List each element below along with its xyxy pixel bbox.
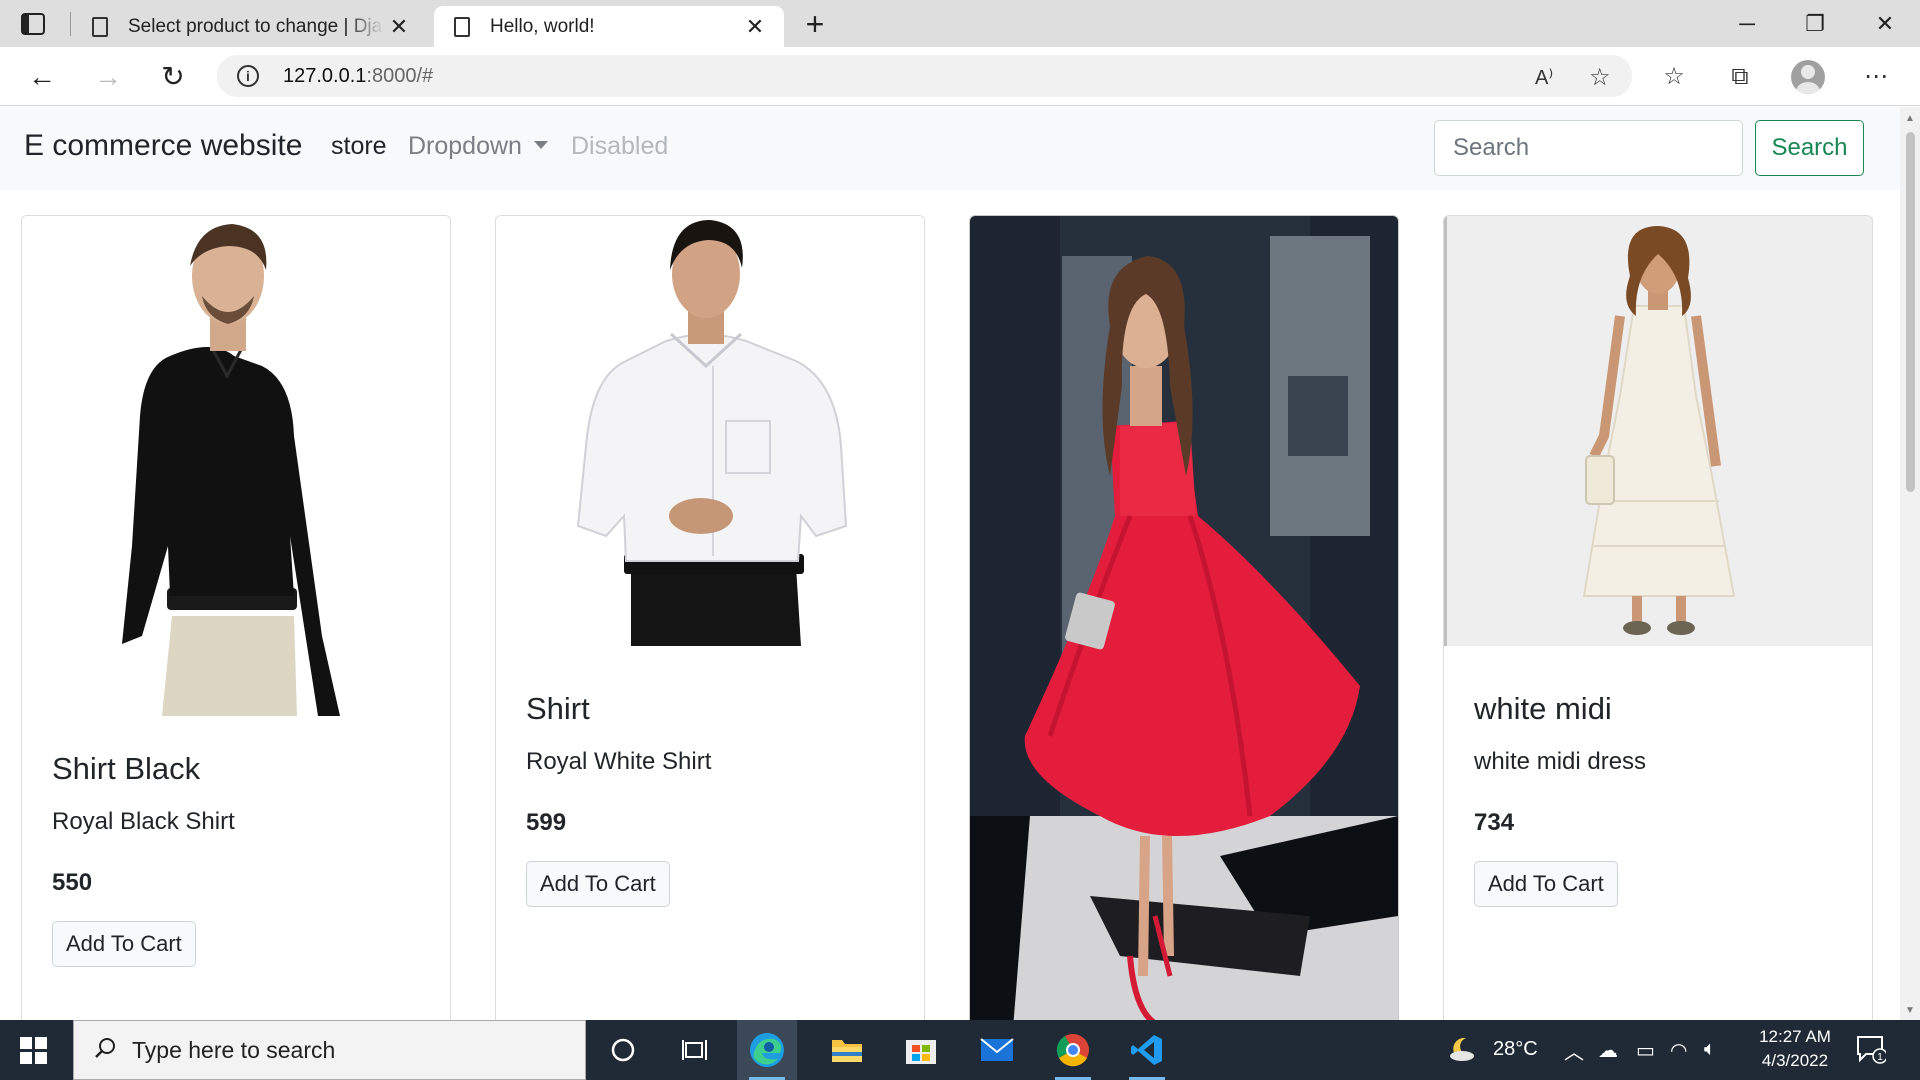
reload-icon[interactable]: ↻ — [153, 57, 193, 97]
url-host: 127.0.0.1 — [283, 65, 367, 87]
page-icon — [454, 16, 470, 37]
search-icon — [95, 1038, 115, 1058]
task-view-icon[interactable] — [665, 1020, 725, 1080]
vscode-icon[interactable] — [1117, 1020, 1177, 1080]
product-card: Shirt Royal White Shirt 599 Add To Cart — [495, 215, 925, 1020]
battery-icon[interactable]: ▭ — [1636, 1038, 1655, 1063]
product-image-white-shirt — [496, 216, 924, 646]
page-icon — [92, 16, 108, 37]
url-text[interactable]: 127.0.0.1:8000/# — [283, 65, 433, 88]
onedrive-icon[interactable]: ☁ — [1598, 1038, 1618, 1063]
close-tab-icon[interactable]: ✕ — [740, 14, 770, 40]
site-search-input[interactable] — [1434, 120, 1743, 176]
forward-icon[interactable]: → — [88, 57, 128, 97]
close-window-icon[interactable]: ✕ — [1852, 0, 1918, 47]
minimize-icon[interactable]: ─ — [1714, 0, 1780, 47]
add-to-cart-button[interactable]: Add To Cart — [52, 921, 196, 967]
product-title: white midi — [1474, 691, 1612, 726]
site-brand[interactable]: E commerce website — [24, 129, 302, 163]
tab-hello-world[interactable]: Hello, world! ✕ — [434, 6, 784, 47]
add-to-cart-button[interactable]: Add To Cart — [1474, 861, 1618, 907]
product-price: 550 — [52, 869, 93, 896]
cortana-icon[interactable] — [593, 1020, 653, 1080]
caret-down-icon — [533, 141, 548, 149]
tab-separator — [70, 12, 71, 36]
add-to-cart-button[interactable]: Add To Cart — [526, 861, 670, 907]
product-description: Royal Black Shirt — [52, 808, 235, 835]
product-description: white midi dress — [1474, 748, 1647, 775]
scroll-down-icon[interactable]: ▼ — [1900, 1005, 1920, 1016]
product-image-white-midi-dress — [1444, 216, 1872, 646]
more-menu-icon[interactable]: ⋯ — [1858, 59, 1894, 95]
weather-icon[interactable] — [1448, 1034, 1478, 1068]
taskbar-clock[interactable]: 12:27 AM 4/3/2022 — [1750, 1025, 1840, 1073]
product-image-black-shirt — [22, 216, 450, 716]
site-search-button[interactable]: Search — [1755, 120, 1864, 176]
favorites-icon[interactable]: ☆ — [1656, 59, 1692, 95]
back-icon[interactable]: ← — [22, 57, 62, 97]
file-explorer-icon[interactable] — [817, 1020, 877, 1080]
microsoft-store-icon[interactable] — [891, 1020, 951, 1080]
collections-icon[interactable]: ⧉ — [1722, 59, 1758, 95]
browser-tab-bar: Select product to change | Django site a… — [0, 0, 1920, 47]
nav-dropdown[interactable]: Dropdown — [408, 132, 548, 161]
mail-icon[interactable] — [967, 1020, 1027, 1080]
scroll-thumb[interactable] — [1906, 132, 1915, 492]
scroll-up-icon[interactable]: ▲ — [1900, 113, 1920, 124]
windows-start-icon[interactable] — [20, 1037, 48, 1065]
url-path: :8000/# — [366, 65, 434, 87]
product-card — [969, 215, 1399, 1020]
tab-actions-icon[interactable] — [20, 12, 50, 36]
product-card: Shirt Black Royal Black Shirt 550 Add To… — [21, 215, 451, 1020]
taskbar-search-placeholder: Type here to search — [132, 1037, 336, 1063]
page-scrollbar[interactable]: ▲ ▼ — [1900, 107, 1920, 1020]
product-title: Shirt Black — [52, 751, 201, 786]
notification-icon[interactable]: 1 — [1856, 1034, 1888, 1070]
nav-dropdown-label: Dropdown — [408, 132, 522, 160]
product-price: 599 — [526, 809, 567, 836]
notification-count: 1 — [1877, 1052, 1883, 1063]
close-tab-icon[interactable]: ✕ — [384, 14, 414, 40]
clock-time: 12:27 AM — [1759, 1027, 1831, 1046]
chrome-icon[interactable] — [1043, 1020, 1103, 1080]
product-image-red-dress — [970, 216, 1398, 1020]
tab-django-admin[interactable]: Select product to change | Django site a… — [72, 6, 428, 47]
volume-icon[interactable]: 🔈︎ — [1704, 1038, 1716, 1061]
weather-temperature[interactable]: 28°C — [1493, 1038, 1538, 1061]
restore-icon[interactable]: ❐ — [1782, 0, 1848, 47]
clock-date: 4/3/2022 — [1761, 1051, 1829, 1070]
taskbar-search-box[interactable]: Type here to search — [73, 1020, 586, 1080]
tab-title: Hello, world! — [490, 15, 595, 37]
product-description: Royal White Shirt — [526, 748, 712, 775]
nav-disabled-link: Disabled — [571, 132, 669, 160]
add-favorite-icon[interactable]: ☆ — [1589, 63, 1611, 92]
site-navbar: E commerce website store Dropdown Disabl… — [0, 107, 1900, 190]
edge-taskbar-icon[interactable] — [737, 1020, 797, 1080]
site-info-icon[interactable]: i — [237, 65, 259, 87]
new-tab-button[interactable]: + — [800, 6, 830, 42]
address-bar[interactable]: i 127.0.0.1:8000/# A⁾ ☆ — [217, 55, 1632, 97]
page-viewport: E commerce website store Dropdown Disabl… — [0, 107, 1900, 1020]
address-toolbar: ← → ↻ i 127.0.0.1:8000/# A⁾ ☆ ☆ ⧉ ⋯ — [0, 47, 1920, 106]
chevron-up-icon[interactable]: ︿ — [1564, 1036, 1584, 1065]
read-aloud-icon[interactable]: A⁾ — [1535, 65, 1553, 90]
tab-title: Select product to change | Django site a… — [128, 15, 384, 37]
wifi-icon[interactable]: ◠ — [1670, 1038, 1687, 1063]
product-card: white midi white midi dress 734 Add To C… — [1443, 215, 1873, 1020]
product-title: Shirt — [526, 691, 590, 726]
product-price: 734 — [1474, 809, 1515, 836]
profile-avatar[interactable] — [1791, 60, 1825, 94]
nav-store-link[interactable]: store — [331, 132, 387, 161]
windows-taskbar: Type here to search 28°C ︿ ☁ ▭ ◠ 🔈︎ 12:2… — [0, 1020, 1920, 1080]
